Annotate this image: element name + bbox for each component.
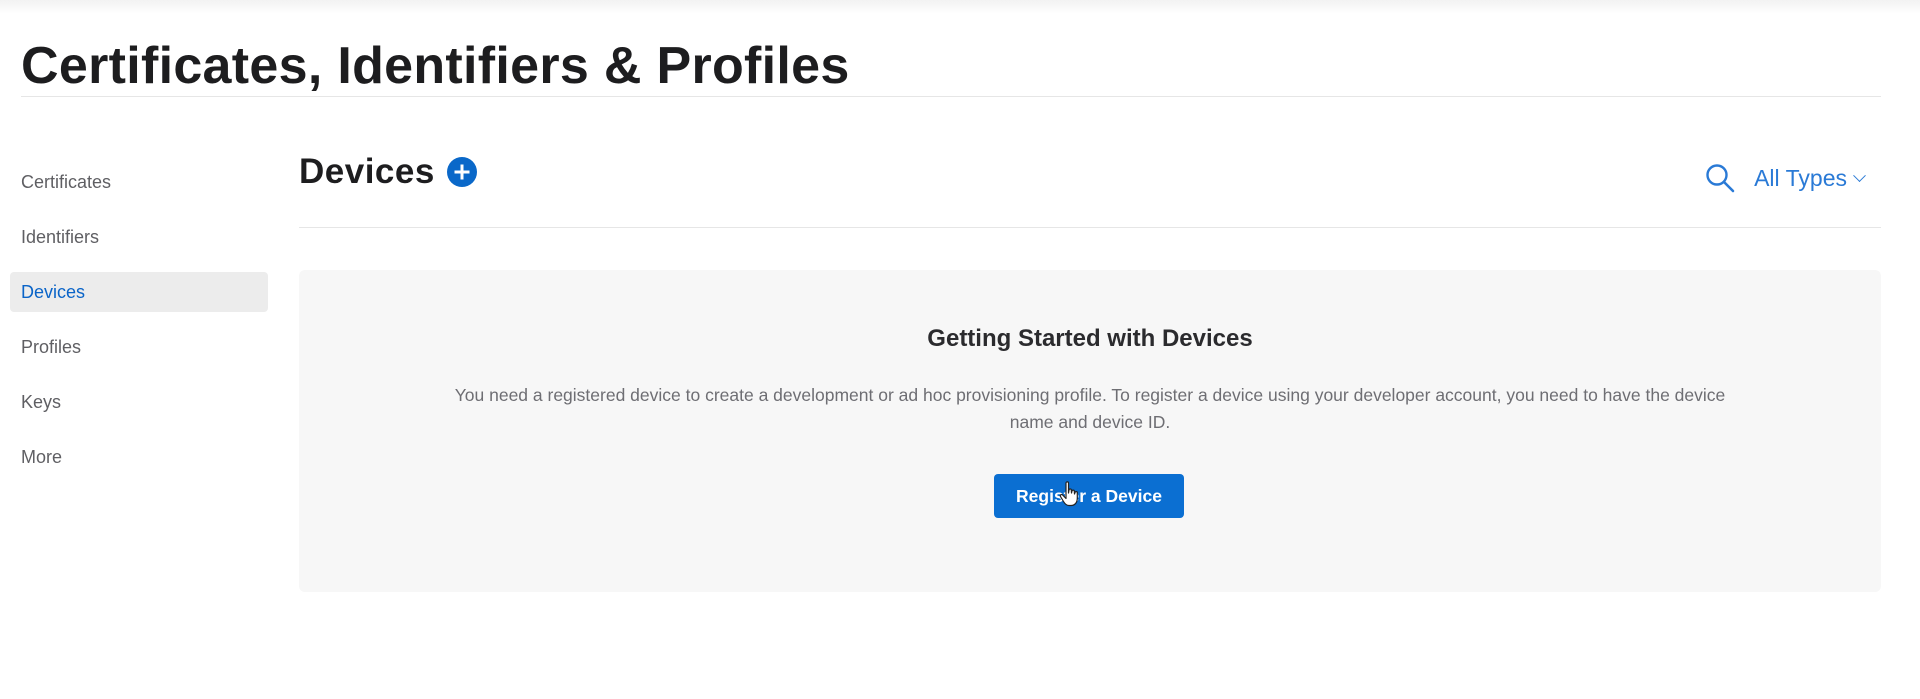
sidebar-item-profiles[interactable]: Profiles — [10, 327, 268, 367]
title-divider — [21, 96, 1881, 97]
sidebar-item-identifiers[interactable]: Identifiers — [10, 217, 268, 257]
sidebar-item-keys[interactable]: Keys — [10, 382, 268, 422]
type-filter-value: All Types — [1754, 164, 1847, 191]
hand-cursor-icon — [1059, 481, 1078, 507]
sidebar-item-more[interactable]: More — [10, 437, 268, 477]
register-device-button[interactable]: Register a Device — [994, 474, 1184, 518]
section-divider — [299, 227, 1881, 228]
search-icon[interactable] — [1704, 162, 1736, 194]
section-title: Devices — [299, 152, 435, 191]
page-title: Certificates, Identifiers & Profiles — [21, 37, 850, 95]
section-header: Devices — [299, 152, 477, 192]
plus-circle-icon[interactable] — [446, 157, 477, 187]
empty-state-description: You need a registered device to create a… — [454, 385, 1726, 432]
empty-state-panel: Getting Started with Devices You need a … — [299, 270, 1881, 592]
sidebar: Certificates Identifiers Devices Profile… — [10, 162, 268, 492]
type-filter-select[interactable]: All Types — [1754, 164, 1866, 192]
sidebar-item-devices[interactable]: Devices — [10, 272, 268, 312]
toolbar: All Types — [1704, 162, 1866, 194]
chevron-down-icon — [1853, 168, 1866, 182]
browser-top-strip — [0, 0, 1920, 14]
sidebar-item-certificates[interactable]: Certificates — [10, 162, 268, 202]
empty-state-heading: Getting Started with Devices — [927, 325, 1253, 352]
